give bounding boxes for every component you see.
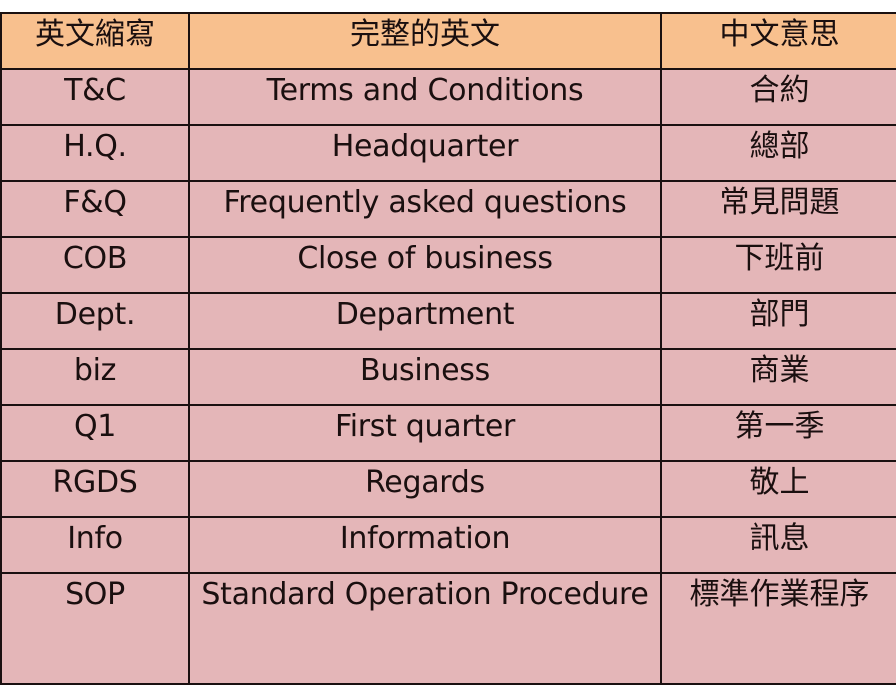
abbreviation-cell: H.Q. xyxy=(0,124,190,182)
full-english-cell: First quarter xyxy=(188,404,662,462)
table-row: SOP Standard Operation Procedure 標準作業程序 xyxy=(0,572,896,685)
table-row: COB Close of business 下班前 xyxy=(0,236,896,294)
chinese-meaning-cell: 總部 xyxy=(660,124,896,182)
full-english-cell: Headquarter xyxy=(188,124,662,182)
chinese-meaning-cell: 訊息 xyxy=(660,516,896,574)
full-english-cell: Close of business xyxy=(188,236,662,294)
abbreviation-cell: F&Q xyxy=(0,180,190,238)
full-english-cell: Terms and Conditions xyxy=(188,68,662,126)
chinese-meaning-cell: 商業 xyxy=(660,348,896,406)
table-row: H.Q. Headquarter 總部 xyxy=(0,124,896,182)
chinese-meaning-cell: 敬上 xyxy=(660,460,896,518)
table-row: biz Business 商業 xyxy=(0,348,896,406)
header-chinese-meaning: 中文意思 xyxy=(660,12,896,70)
full-english-cell: Standard Operation Procedure xyxy=(188,572,662,685)
abbreviation-cell: Info xyxy=(0,516,190,574)
table-row: RGDS Regards 敬上 xyxy=(0,460,896,518)
abbreviation-cell: biz xyxy=(0,348,190,406)
full-english-cell: Frequently asked questions xyxy=(188,180,662,238)
table-row: Dept. Department 部門 xyxy=(0,292,896,350)
full-english-cell: Business xyxy=(188,348,662,406)
full-english-cell: Department xyxy=(188,292,662,350)
table-row: F&Q Frequently asked questions 常見問題 xyxy=(0,180,896,238)
full-english-cell: Regards xyxy=(188,460,662,518)
header-row: 英文縮寫 完整的英文 中文意思 xyxy=(0,12,896,70)
header-full-english: 完整的英文 xyxy=(188,12,662,70)
chinese-meaning-cell: 合約 xyxy=(660,68,896,126)
header-abbreviation: 英文縮寫 xyxy=(0,12,190,70)
table-row: Info Information 訊息 xyxy=(0,516,896,574)
abbreviation-table: 英文縮寫 完整的英文 中文意思 T&C Terms and Conditions 合… xyxy=(0,12,896,685)
abbreviation-cell: Q1 xyxy=(0,404,190,462)
table-row: Q1 First quarter 第一季 xyxy=(0,404,896,462)
chinese-meaning-cell: 下班前 xyxy=(660,236,896,294)
chinese-meaning-cell: 第一季 xyxy=(660,404,896,462)
abbreviation-cell: COB xyxy=(0,236,190,294)
chinese-meaning-cell: 標準作業程序 xyxy=(660,572,896,685)
abbreviation-cell: T&C xyxy=(0,68,190,126)
table-row: T&C Terms and Conditions 合約 xyxy=(0,68,896,126)
full-english-cell: Information xyxy=(188,516,662,574)
abbreviation-cell: Dept. xyxy=(0,292,190,350)
abbreviation-cell: SOP xyxy=(0,572,190,685)
chinese-meaning-cell: 常見問題 xyxy=(660,180,896,238)
chinese-meaning-cell: 部門 xyxy=(660,292,896,350)
abbreviation-cell: RGDS xyxy=(0,460,190,518)
